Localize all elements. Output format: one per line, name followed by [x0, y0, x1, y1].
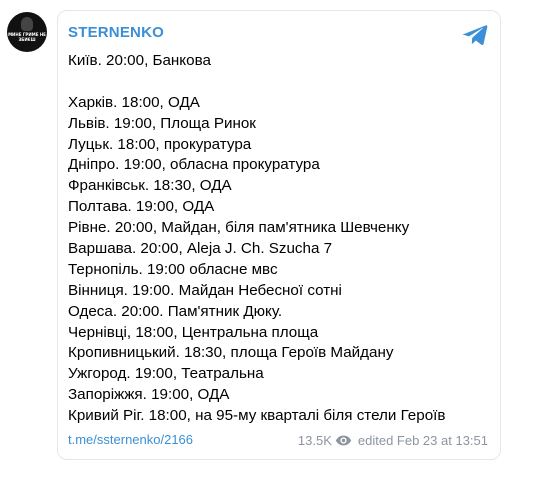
avatar-text: МИНЕ ГРИМЕ НЕ ЗБИЄШ: [8, 32, 46, 42]
avatar-figure: [21, 17, 33, 31]
message-line: Харків. 18:00, ОДА: [68, 93, 200, 111]
message-line: Полтава. 19:00, ОДА: [68, 198, 215, 216]
message-line: Ужгород. 19:00, Театральна: [68, 365, 264, 383]
message-line: Одеса. 20:00. Пам'ятник Дюку.: [68, 302, 283, 320]
message-line: Київ. 20:00, Банкова: [68, 52, 211, 69]
message-card: STERNENKO Київ. 20:00, Банкова Харків. 18…: [57, 10, 501, 460]
views-count: 13.5K: [297, 433, 332, 449]
post-link[interactable]: t.me/ssternenko/2166: [68, 432, 193, 447]
message-line: Дніпро. 19:00, обласна прокуратура: [68, 156, 320, 174]
post-date: Feb 23 at 13:51: [396, 433, 488, 449]
message-line: Чернівці, 18:00, Центральна площа: [68, 323, 319, 341]
message-line: Рівне. 20:00, Майдан, біля пам'ятника Ше…: [68, 219, 410, 237]
message-line: Кропивницький. 18:30, площа Героїв Майда…: [68, 344, 394, 362]
message-line: Луцьк. 18:00, прокуратура: [68, 135, 252, 153]
channel-name[interactable]: STERNENKO: [68, 24, 164, 41]
message-line: Франківськ. 18:30, ОДА: [68, 177, 232, 195]
channel-avatar[interactable]: МИНЕ ГРИМЕ НЕ ЗБИЄШ: [7, 12, 47, 52]
message-line: Львів. 19:00, Площа Ринок: [68, 114, 256, 132]
message-line: Вінниця. 19:00. Майдан Небесної сотні: [68, 281, 342, 299]
telegram-icon[interactable]: [462, 24, 488, 46]
message-line: Варшава. 20:00, Aleja J. Ch. Szucha 7: [68, 240, 333, 258]
post-meta: 13.5K edited Feb 23 at 13:51: [298, 432, 488, 448]
edited-label: edited: [357, 433, 394, 449]
message-line: Тернопіль. 19:00 обласне мвс: [68, 260, 278, 278]
message-footer: t.me/ssternenko/2166 13.5K edited Feb 23 …: [68, 432, 488, 450]
message-line-blank: [68, 72, 498, 93]
message-line: Кривий Ріг. 18:00, на 95-му кварталі біл…: [68, 407, 446, 425]
message-text: Київ. 20:00, Банкова Харків. 18:00, ОДА Ль…: [68, 51, 498, 427]
eye-icon: [335, 435, 352, 446]
message-line: Запоріжжя. 19:00, ОДА: [68, 386, 230, 404]
